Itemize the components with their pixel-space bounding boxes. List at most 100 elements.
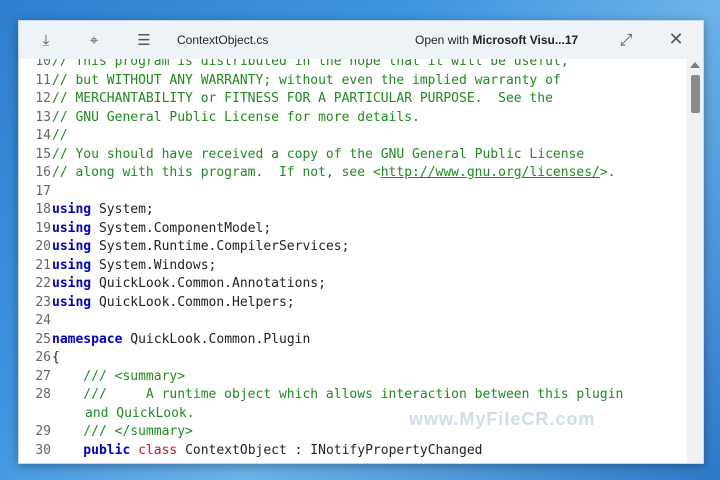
line-source: /// A runtime object which allows intera…: [52, 386, 623, 404]
code-editor[interactable]: 10// This program is distributed in the …: [19, 59, 687, 463]
list-icon[interactable]: ☰: [135, 31, 153, 49]
code-line: 11// but WITHOUT ANY WARRANTY; without e…: [19, 72, 687, 90]
line-source: // This program is distributed in the ho…: [52, 59, 569, 71]
code-line: 13// GNU General Public License for more…: [19, 109, 687, 127]
keyword-class: class: [130, 442, 178, 458]
line-number: 22: [35, 276, 51, 291]
line-number: 18: [35, 202, 51, 217]
comment-text: >.: [599, 165, 616, 180]
line-number: 20: [35, 239, 51, 254]
keyword: namespace: [52, 331, 123, 347]
line-source: using System.ComponentModel;: [52, 220, 271, 238]
line-number: 25: [35, 331, 51, 347]
code-line: 23 using QuickLook.Common.Helpers;: [19, 294, 687, 312]
line-number: 17: [35, 183, 51, 199]
scroll-thumb[interactable]: [691, 75, 700, 113]
code-text: ContextObject : INotifyPropertyChanged: [177, 442, 483, 458]
comment-text: and QuickLook.: [85, 405, 195, 421]
line-source: namespace QuickLook.Common.Plugin: [52, 331, 310, 349]
close-icon[interactable]: ✕: [667, 31, 685, 49]
comment-text: /// </summary>: [52, 424, 193, 439]
line-number: 29: [35, 424, 51, 439]
line-number: 15: [35, 146, 51, 162]
line-number: 28: [35, 387, 51, 402]
comment-text: // along with this program. If not, see …: [52, 165, 381, 180]
line-source: // along with this program. If not, see …: [52, 164, 616, 182]
comment-text: /// <summary>: [52, 368, 186, 384]
code-text: System;: [91, 202, 154, 217]
line-source: using System.Windows;: [52, 257, 216, 275]
open-with-prefix: Open with: [415, 33, 470, 47]
code-line: 25 namespace QuickLook.Common.Plugin: [19, 331, 687, 349]
scroll-up-icon[interactable]: [690, 62, 700, 68]
vertical-scrollbar[interactable]: [687, 59, 703, 463]
code-line: 20 using System.Runtime.CompilerServices;: [19, 238, 687, 256]
code-line: 27 /// <summary>: [19, 368, 687, 386]
code-line: 15// You should have received a copy of …: [19, 146, 687, 164]
line-source: using QuickLook.Common.Helpers;: [52, 294, 295, 312]
code-text: {: [52, 350, 60, 365]
code-line: 14//: [19, 127, 687, 145]
line-number: 11: [35, 72, 51, 88]
line-source: public class ContextObject : INotifyProp…: [52, 442, 483, 460]
code-line: 26{: [19, 349, 687, 367]
line-number: 27: [35, 368, 51, 384]
fullscreen-icon[interactable]: ⤢: [617, 31, 635, 49]
line-source: using System.Runtime.CompilerServices;: [52, 238, 349, 256]
open-with-button[interactable]: Open with Microsoft Visu...17: [415, 33, 578, 47]
comment-text: // but WITHOUT ANY WARRANTY; without eve…: [52, 72, 561, 88]
line-source: /// <summary>: [52, 368, 185, 386]
keyword: using: [52, 257, 92, 273]
pin-top-icon[interactable]: ⤓: [37, 31, 55, 49]
line-source: // but WITHOUT ANY WARRANTY; without eve…: [52, 72, 561, 90]
pin-icon[interactable]: ⌖: [85, 31, 103, 49]
line-number: 24: [35, 313, 51, 328]
comment-text: // GNU General Public License for more d…: [52, 109, 420, 125]
line-number: 14: [35, 128, 51, 143]
open-with-app: Microsoft Visu...17: [472, 33, 579, 47]
line-number: 30: [35, 442, 51, 458]
code-line: 19 using System.ComponentModel;: [19, 220, 687, 238]
line-source: // You should have received a copy of th…: [52, 146, 584, 164]
line-source: //: [52, 127, 68, 145]
code-line: 28 /// A runtime object which allows int…: [19, 386, 687, 404]
code-line: 22 using QuickLook.Common.Annotations;: [19, 275, 687, 293]
line-number: 13: [35, 109, 51, 125]
comment-text: // MERCHANTABILITY or FITNESS FOR A PART…: [52, 91, 553, 106]
line-source: using System;: [52, 201, 154, 219]
file-name-title: ContextObject.cs: [177, 33, 269, 47]
keyword: using: [52, 239, 92, 254]
watermark: www.MyFileCR.com: [409, 409, 596, 429]
keyword: public: [52, 442, 131, 458]
line-source: /// </summary>: [52, 423, 193, 441]
line-number: 12: [35, 91, 51, 106]
line-number: 23: [35, 294, 51, 310]
code-line: 16// along with this program. If not, se…: [19, 164, 687, 182]
line-number: 26: [35, 350, 51, 365]
code-line: 18 using System;: [19, 201, 687, 219]
line-source: using QuickLook.Common.Annotations;: [52, 275, 326, 293]
comment-text: // This program is distributed in the ho…: [52, 59, 569, 69]
code-text: QuickLook.Common.Plugin: [122, 331, 311, 347]
code-text: System.Runtime.CompilerServices;: [91, 239, 350, 254]
line-source: // MERCHANTABILITY or FITNESS FOR A PART…: [52, 90, 553, 108]
code-line: 12// MERCHANTABILITY or FITNESS FOR A PA…: [19, 90, 687, 108]
license-link[interactable]: http://www.gnu.org/licenses/: [381, 165, 600, 180]
line-number: 10: [35, 59, 51, 69]
comment-text: // You should have received a copy of th…: [52, 146, 585, 162]
line-source: // GNU General Public License for more d…: [52, 109, 420, 127]
code-text: QuickLook.Common.Annotations;: [91, 276, 326, 291]
line-number: 21: [35, 257, 51, 273]
code-text: System.Windows;: [91, 257, 217, 273]
line-number: 16: [35, 165, 51, 180]
code-line: 10// This program is distributed in the …: [19, 59, 687, 71]
code-line: 21 using System.Windows;: [19, 257, 687, 275]
code-line: 30 public class ContextObject : INotifyP…: [19, 442, 687, 460]
keyword: using: [52, 276, 92, 291]
keyword: using: [52, 294, 92, 310]
comment-text: /// A runtime object which allows intera…: [52, 387, 624, 402]
comment-text: //: [52, 128, 68, 143]
code-line: 24: [19, 312, 687, 330]
line-number: 19: [35, 220, 51, 236]
code-text: QuickLook.Common.Helpers;: [91, 294, 295, 310]
